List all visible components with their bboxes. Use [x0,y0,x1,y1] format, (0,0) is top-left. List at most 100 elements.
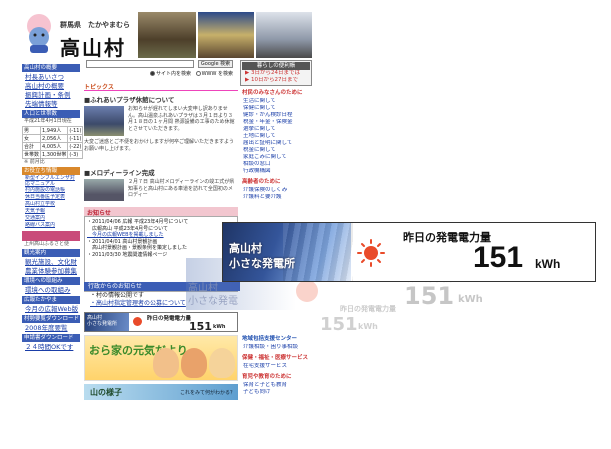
mini-power-title: 高山村 小さな発電所 [85,313,129,331]
sidebar-link-schools[interactable]: 高山村立学校 [22,201,80,208]
right-link[interactable]: 介護相談・困り事相談 [240,344,312,351]
section-header-environment: 環境への取組み [22,277,80,285]
sidebar-link-environment[interactable]: 環境への取組み [22,285,80,294]
radio-www-icon[interactable] [195,71,201,76]
radio-site-icon[interactable] [150,71,155,76]
mini-power-widget[interactable]: 高山村 小さな発電所 昨日の発電電力量 151 kWh [84,312,238,333]
child-illustration-icon [181,348,207,378]
section-header-useful: お役立ち情報 [22,167,80,175]
topic-text-plaza-2: 大変ご迷惑とご不便をおかけしますが何卒ご理解いただきますようお願い申し上げます。 [84,139,235,152]
radio-site-label: サイト内を検索 [156,71,192,77]
sidebar-link-koho-web[interactable]: 今月の広報Web版 [22,304,80,313]
child-illustration-icon [209,348,235,378]
convenience-box: 暮らしの便利帳 ▶ 3日から24日までは ▶ 10日から27日まで [240,60,312,86]
sidebar-link-flu-manual[interactable]: 新型インフルエンザ対応マニュアル [22,175,80,187]
topic-text-melody: ２月７日 高山村メロディーラインの竣工式が県知事らと高山村にある車道を訪れて全国… [128,179,235,198]
section-header-elderly: 高齢者のために [242,179,281,185]
sidebar-link-tourism-facilities[interactable]: 観光施設、文化財 [22,257,80,266]
right-link[interactable]: 健診・がん検診日程 [240,112,312,119]
power-unit: kWh [535,257,561,271]
right-link[interactable]: 土地に関して [240,133,312,140]
mountain-banner-sub: これをみて何がわかる？ [180,390,236,396]
sidebar-link-forms-24h[interactable]: ２４時間OKです [22,342,80,351]
right-link[interactable]: 相談の窓口 [240,161,312,168]
genki-dayori-banner[interactable]: おら家の元気だより [84,335,238,381]
ghost-power-title: 高山村 小さな発電 [188,283,238,307]
sidebar-link-advanced[interactable]: 先端情報等 [22,99,80,108]
right-link[interactable]: 保育と子ども教育 [240,382,312,389]
header-photo-1 [138,12,196,58]
power-title-line1: 高山村 [229,242,262,255]
mountain-banner[interactable]: 山の様子 これをみて何がわかる？ [84,384,238,400]
sidebar-link-access[interactable]: 交通案内 [22,215,80,222]
mascot-logo-icon[interactable] [22,12,56,54]
mini-sun-icon [133,317,142,326]
sidebar-link-holiday-doctor[interactable]: 休日当番医予定表 [22,194,80,201]
section-header-forms: 申請書ダウンロード [22,334,80,342]
search-scope: サイト内を検索 WWW を検索 [86,70,238,77]
search-input[interactable] [86,60,194,68]
right-link[interactable]: 子ども向け [240,389,312,396]
sidebar-link-mayor[interactable]: 村長あいさつ [22,72,80,81]
child-illustration-icon [153,348,179,378]
section-header-overview: 高山村の概要 [22,64,80,72]
topic-title-plaza[interactable]: ■ふれあいプラザ休館について [84,94,238,104]
google-search-button[interactable]: Google 検索 [197,60,234,68]
right-link[interactable]: 家庭ごみに関して [240,154,312,161]
sidebar-link-overview[interactable]: 高山村の概要 [22,81,80,90]
section-header-residents: 村民のみなさんのために [242,90,303,96]
mountain-banner-title: 山の様子 [90,388,122,397]
right-sidebar-lower: 地域包括支援センター 介護相談・困り事相談 保健・福祉・医療サービス 在宅支援サ… [240,332,312,396]
ghost-power-value-1: 151 [404,282,455,310]
search-area: Google 検索 サイト内を検索 WWW を検索 [86,60,238,77]
population-table: 男 1,949人 (-11) 女 2,056人 (-11) 合計 4,005人 (-22) … [21,126,84,159]
right-link[interactable]: 在宅支援サービス [240,363,312,370]
convenience-link-2[interactable]: ▶ 10日から27日まで [242,77,310,84]
section-header-childcare: 育児や教育のために [242,374,292,380]
sidebar-link-farm-experience[interactable]: 農業体験参加募集 [22,266,80,275]
mini-power-unit: kWh [213,324,226,330]
right-link[interactable]: 介護保険のしくみ [240,187,312,194]
sidebar-link-weather[interactable]: 天気予報 [22,208,80,215]
sidebar-link-yoran-2008[interactable]: 2008年度要覧 [22,323,80,332]
furusato-caption[interactable]: 上州高山ふるさと便 [22,241,80,247]
ghost-power-label-2: 昨日の発電電力量 [340,305,396,313]
topics-heading: トピックス [84,82,238,91]
right-link[interactable]: 生活に関して [240,98,312,105]
village-name-logo[interactable]: 高山村 [60,32,126,61]
table-row: 合計 4,005人 (-22) [21,142,84,151]
village-reading: たかやまむら [88,21,130,29]
topic-title-melody[interactable]: ■メロディーライン完成 [84,167,238,177]
right-link[interactable]: 税金・年金・保険金 [240,119,312,126]
section-header-population: 人口と世帯数 [22,110,80,118]
sidebar-link-plan[interactable]: 振興計画・条例 [22,90,80,99]
section-header-tourism: 観光案内 [22,249,80,257]
furusato-banner[interactable] [22,231,80,241]
ghost-power-value-2: 151 [320,314,358,335]
right-link[interactable]: 保健に関して [240,105,312,112]
population-note: ※ 前月比 [24,159,45,165]
topic-photo-melody [84,179,124,201]
topic-body-melody: ２月７日 高山村メロディーラインの竣工式が県知事らと高山村にある車道を訪れて全国… [84,179,238,203]
prefecture-label: 群馬県 [60,21,81,29]
right-link[interactable]: 介護料と要介護 [240,194,312,201]
radio-www-label: WWW を検索 [201,71,234,77]
right-link[interactable]: 選挙に関して [240,126,312,133]
mini-power-value: 151 [189,320,212,333]
section-header-koho: 広報たかやま [22,296,80,304]
table-row: 世帯数 1,300世帯 (-3) [21,150,84,159]
ghost-power-unit-2: kWh [358,322,378,331]
convenience-link-1[interactable]: ▶ 3日から24日までは [242,70,310,77]
right-link[interactable]: 行政機構図 [240,168,312,175]
notices-heading: お知らせ [84,207,238,217]
sidebar-link-bus[interactable]: 路線バス案内 [22,222,80,229]
power-widget-title: 高山村 小さな発電所 [229,241,295,271]
sun-icon [357,239,385,267]
topic-body-plaza: お知らせが遅れてしまい大変申し訳ありません。高山温泉ふれあいプラザは３月１日より… [84,106,238,164]
right-link[interactable]: 届出と証明に関して [240,140,312,147]
sidebar-link-phonebook[interactable]: 村内施設の電話帳 [22,187,80,194]
power-generation-widget[interactable]: 高山村 小さな発電所 昨日の発電電力量 151 kWh [222,222,596,282]
right-link[interactable]: 税金に関して [240,147,312,154]
topic-text-plaza: お知らせが遅れてしまい大変申し訳ありません。高山温泉ふれあいプラザは３月１日より… [128,106,235,132]
convenience-heading: 暮らしの便利帳 [242,62,310,70]
